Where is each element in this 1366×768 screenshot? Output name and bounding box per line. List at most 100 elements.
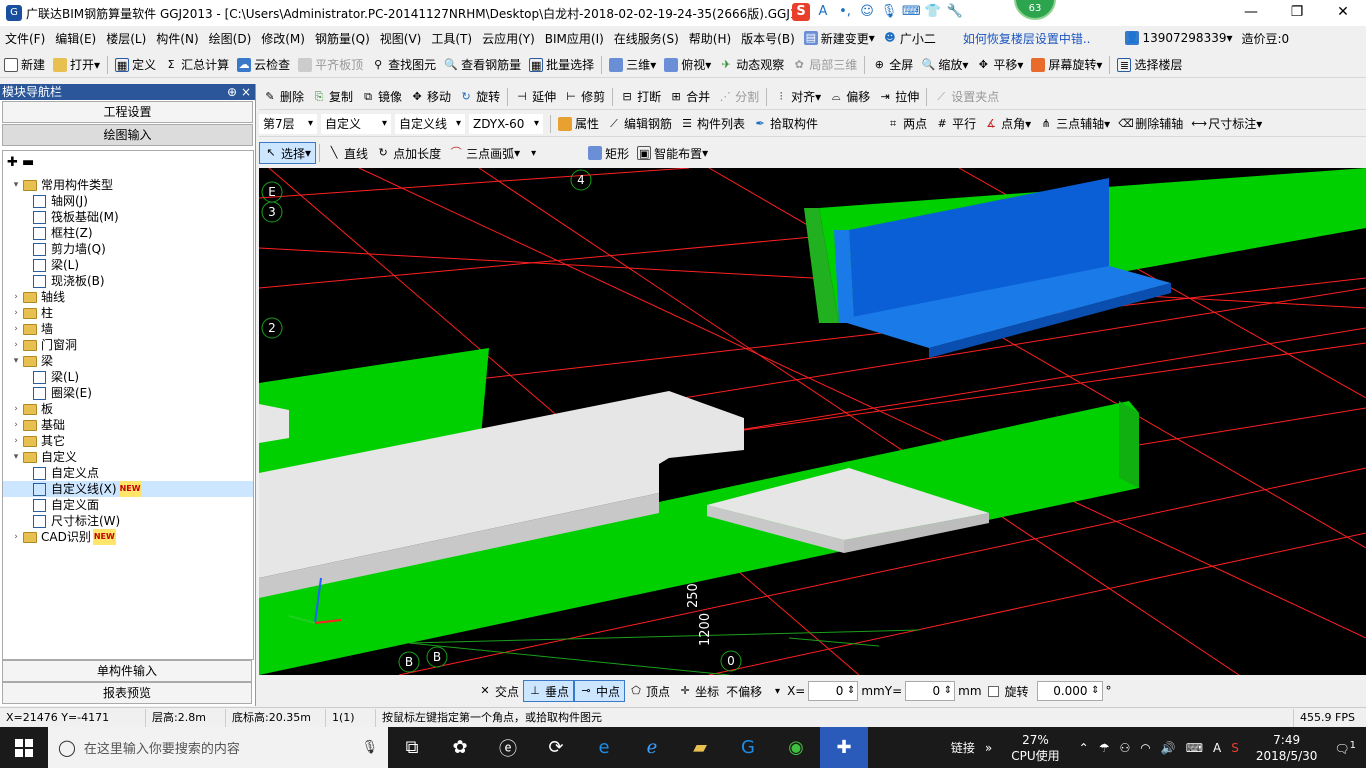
two-point-axis-button[interactable]: ⌗ 两点	[882, 113, 931, 135]
tree-item[interactable]: 轴网(J)	[3, 193, 253, 209]
pinwheel-app-icon[interactable]: ✿	[436, 727, 484, 768]
zoom-button[interactable]: 🔍 缩放 ▾	[917, 54, 972, 76]
snap-intersect-toggle[interactable]: ✕ 交点	[474, 680, 523, 702]
move-button[interactable]: ✥ 移动	[406, 86, 455, 108]
menu-component[interactable]: 构件(N)	[151, 30, 203, 47]
snap-vertex-toggle[interactable]: ⬠ 顶点	[625, 680, 674, 702]
edit-rebar-button[interactable]: ⟋ 编辑钢筋	[603, 113, 676, 135]
menu-help[interactable]: 帮助(H)	[684, 30, 736, 47]
3d-viewport[interactable]: E 3 2 4 B B 0 250 1200	[259, 168, 1366, 675]
tree-item[interactable]: 尺寸标注(W)	[3, 513, 253, 529]
taskbar-search[interactable]: ◯ 在这里输入你要搜索的内容 🎙	[48, 727, 388, 768]
menu-bim[interactable]: BIM应用(I)	[540, 30, 609, 47]
extend-button[interactable]: ⊣ 延伸	[511, 86, 560, 108]
collapse-icon[interactable]: ▾	[11, 353, 21, 369]
tree-folder[interactable]: › 其它	[3, 433, 253, 449]
tree-folder[interactable]: › 柱	[3, 305, 253, 321]
define-button[interactable]: ▦ 定义	[111, 54, 160, 76]
new-change-button[interactable]: ▤ 新建变更 ▾	[800, 27, 879, 49]
tree-item[interactable]: 现浇板(B)	[3, 273, 253, 289]
set-grip-button[interactable]: ⟋ 设置夹点	[930, 86, 1003, 108]
component-list-button[interactable]: ☰ 构件列表	[676, 113, 749, 135]
select-floor-button[interactable]: ≣ 选择楼层	[1113, 54, 1186, 76]
tree-item[interactable]: 梁(L)	[3, 257, 253, 273]
active-app-icon[interactable]: ✚	[820, 727, 868, 768]
tree-item[interactable]: 自定义面	[3, 497, 253, 513]
xiaoer-button[interactable]: ☻ 广小二	[879, 27, 940, 49]
overflow-icon[interactable]: »	[985, 741, 992, 755]
view-rebar-button[interactable]: 🔍 查看钢筋量	[440, 54, 525, 76]
category-select[interactable]: 自定义	[321, 113, 391, 134]
merge-button[interactable]: ⊞ 合并	[665, 86, 714, 108]
dynamic-view-button[interactable]: ✈ 动态观察	[715, 54, 788, 76]
properties-button[interactable]: 属性	[554, 113, 603, 135]
tree-folder[interactable]: › 轴线	[3, 289, 253, 305]
fullscreen-button[interactable]: ⊕ 全屏	[868, 54, 917, 76]
expand-icon[interactable]: ›	[11, 321, 21, 337]
three-point-axis-button[interactable]: ⋔ 三点辅轴 ▾	[1035, 113, 1114, 135]
wifi-icon[interactable]: ◠	[1140, 741, 1150, 755]
tree-item[interactable]: 剪力墙(Q)	[3, 241, 253, 257]
stretch-button[interactable]: ⇥ 拉伸	[874, 86, 923, 108]
point-angle-button[interactable]: ∡ 点角 ▾	[980, 113, 1035, 135]
y-input[interactable]: 0	[905, 681, 956, 701]
find-element-button[interactable]: ⚲ 查找图元	[367, 54, 440, 76]
tree-folder[interactable]: › 门窗洞	[3, 337, 253, 353]
menu-online[interactable]: 在线服务(S)	[609, 30, 684, 47]
expand-icon[interactable]: ›	[11, 433, 21, 449]
tree-item[interactable]: 筏板基础(M)	[3, 209, 253, 225]
snap-coord-toggle[interactable]: ✛ 坐标	[674, 680, 723, 702]
local-3d-button[interactable]: ✿ 局部三维	[788, 54, 861, 76]
break-button[interactable]: ⊟ 打断	[616, 86, 665, 108]
help-link[interactable]: 如何恢复楼层设置中错..	[958, 30, 1096, 47]
flat-top-button[interactable]: 平齐板顶	[294, 54, 367, 76]
smart-layout-button[interactable]: ▣ 智能布置 ▾	[633, 142, 712, 164]
expand-all-icon[interactable]: ✚	[7, 155, 18, 170]
menu-modify[interactable]: 修改(M)	[256, 30, 310, 47]
mirror-button[interactable]: ⧉ 镜像	[357, 86, 406, 108]
pin-icon[interactable]: ⊕	[227, 84, 237, 100]
align-button[interactable]: ⫶ 对齐 ▾	[770, 86, 825, 108]
collapse-all-icon[interactable]: ▬	[22, 155, 34, 170]
select-button[interactable]: ↖ 选择 ▾	[259, 142, 317, 164]
single-component-input-button[interactable]: 单构件输入	[2, 660, 252, 682]
top-view-button[interactable]: 俯视 ▾	[660, 54, 715, 76]
edge-icon[interactable]: e	[580, 727, 628, 768]
ime-keyboard-icon[interactable]: ⌨	[902, 3, 921, 21]
cloud-check-button[interactable]: ☁ 云检查	[233, 54, 294, 76]
spiral-app-icon[interactable]: ⟳	[532, 727, 580, 768]
expand-icon[interactable]: ›	[11, 305, 21, 321]
project-settings-button[interactable]: 工程设置	[2, 101, 253, 123]
ime-lang-icon[interactable]: A	[814, 3, 832, 21]
ime-punct-icon[interactable]: •,	[836, 3, 854, 21]
price-bean[interactable]: 造价豆:0	[1237, 30, 1295, 47]
tree-folder[interactable]: › CAD识别 NEW	[3, 529, 253, 545]
x-input[interactable]: 0	[808, 681, 859, 701]
dimension-button[interactable]: ⟷ 尺寸标注 ▾	[1187, 113, 1266, 135]
drawing-input-button[interactable]: 绘图输入	[2, 124, 253, 146]
report-preview-button[interactable]: 报表预览	[2, 682, 252, 704]
links-toolbar[interactable]: 链接	[951, 739, 975, 756]
close-panel-icon[interactable]: ×	[241, 84, 251, 100]
ime-tools-icon[interactable]: 🔧	[946, 3, 964, 21]
close-button[interactable]: ✕	[1320, 0, 1366, 26]
menu-draw[interactable]: 绘图(D)	[204, 30, 257, 47]
collapse-icon[interactable]: ▾	[11, 449, 21, 465]
start-button[interactable]	[0, 727, 48, 768]
open-button[interactable]: 打开 ▾	[49, 54, 104, 76]
notification-icon[interactable]: 🗨1	[1334, 740, 1356, 756]
tree-folder[interactable]: ▾ 自定义	[3, 449, 253, 465]
restore-button[interactable]: ❐	[1274, 0, 1320, 26]
menu-view[interactable]: 视图(V)	[375, 30, 427, 47]
trim-button[interactable]: ⊢ 修剪	[560, 86, 609, 108]
sogou-tray-icon[interactable]: S	[1231, 741, 1239, 755]
green-app-icon[interactable]: ◉	[772, 727, 820, 768]
snap-midpoint-toggle[interactable]: ⊸ 中点	[574, 680, 626, 702]
account-button[interactable]: 👤 13907298339 ▾	[1121, 27, 1236, 49]
three-d-button[interactable]: 三维 ▾	[605, 54, 660, 76]
microphone-icon[interactable]: 🎙	[361, 740, 378, 755]
tree-item[interactable]: 梁(L)	[3, 369, 253, 385]
offset-mode-select[interactable]: 不偏移	[723, 681, 784, 701]
ie-alt-icon[interactable]: ⓔ	[484, 727, 532, 768]
ime-emoji-icon[interactable]: ☺	[858, 3, 876, 21]
